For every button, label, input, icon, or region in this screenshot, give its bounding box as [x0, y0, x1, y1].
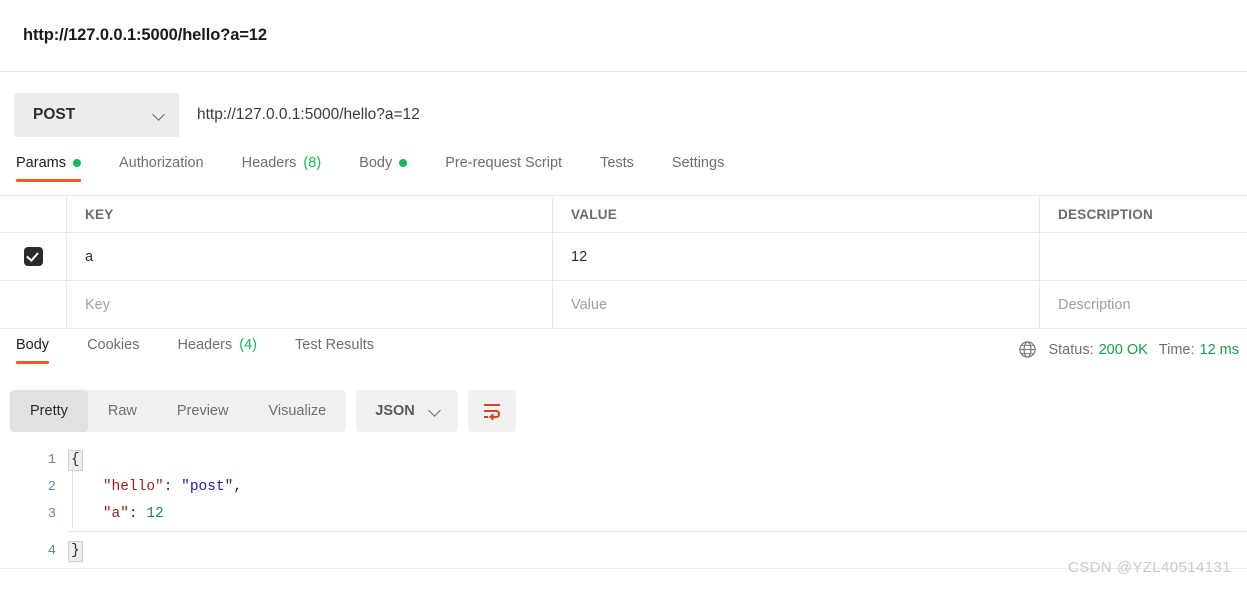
row-enabled-checkbox[interactable] — [23, 247, 43, 266]
empty-row-description-input[interactable]: Description — [1040, 281, 1247, 328]
response-status-group: Status: 200 OK Time: 12 ms — [1018, 340, 1239, 359]
response-tabs-bar: Body Cookies Headers (4) Test Results St… — [0, 329, 1247, 381]
tab-body[interactable]: Body — [359, 155, 408, 182]
tab-body-label: Body — [359, 155, 393, 171]
row-value-cell[interactable]: 12 — [553, 233, 1040, 280]
http-method-label: POST — [33, 106, 76, 123]
json-colon: : — [128, 505, 147, 522]
line-number: 3 — [47, 505, 56, 522]
table-row[interactable]: a 12 — [0, 233, 1247, 281]
code-line-text: { — [68, 449, 83, 471]
empty-row-checkbox-cell — [0, 281, 67, 328]
line-number: 1 — [47, 451, 56, 468]
tab-authorization-label: Authorization — [118, 155, 204, 171]
response-body-code[interactable]: 1 { 2 "hello": "post", 3 "a": 12 4 } — [0, 446, 1247, 572]
word-wrap-button[interactable] — [467, 390, 516, 432]
row-key-cell[interactable]: a — [67, 233, 553, 280]
view-mode-visualize[interactable]: Visualize — [248, 390, 346, 432]
request-url-row: POST http://127.0.0.1:5000/hello?a=12 — [14, 93, 1247, 137]
header-cell-check — [0, 196, 67, 232]
params-table: KEY VALUE DESCRIPTION a 12 Key Value Des… — [0, 195, 1247, 329]
response-tab-body[interactable]: Body — [16, 337, 50, 364]
view-mode-segmented-control: Pretty Raw Preview Visualize — [10, 390, 347, 432]
response-format-toolbar: Pretty Raw Preview Visualize JSON — [0, 390, 1247, 432]
tab-tests-label: Tests — [600, 155, 634, 171]
response-tab-test-results[interactable]: Test Results — [295, 337, 374, 364]
empty-row-description-placeholder: Description — [1058, 296, 1131, 313]
chevron-down-icon — [153, 109, 166, 122]
table-header-row: KEY VALUE DESCRIPTION — [0, 196, 1247, 233]
response-tab-test-results-label: Test Results — [295, 337, 374, 353]
chevron-down-icon — [429, 405, 442, 418]
watermark: CSDN @YZL40514131 — [1068, 559, 1231, 576]
view-mode-raw[interactable]: Raw — [88, 390, 157, 432]
empty-row-key-placeholder: Key — [85, 296, 110, 313]
tab-params[interactable]: Params — [16, 155, 81, 182]
time-value: 12 ms — [1199, 341, 1240, 358]
tab-settings-label: Settings — [671, 155, 725, 171]
json-comma: , — [233, 478, 243, 495]
page-title: http://127.0.0.1:5000/hello?a=12 — [23, 26, 267, 44]
format-dropdown[interactable]: JSON — [356, 390, 458, 432]
tab-headers[interactable]: Headers (8) — [242, 155, 322, 182]
line-number: 2 — [47, 478, 56, 495]
tab-pre-request-script-label: Pre-request Script — [445, 155, 563, 171]
tab-settings[interactable]: Settings — [672, 155, 724, 182]
response-tab-cookies-label: Cookies — [87, 337, 140, 353]
url-input[interactable]: http://127.0.0.1:5000/hello?a=12 — [179, 93, 1247, 137]
code-line-text: } — [68, 540, 83, 562]
empty-row-value-placeholder: Value — [571, 296, 608, 313]
response-tab-headers[interactable]: Headers (4) — [177, 337, 257, 364]
json-string-value: "post" — [181, 478, 234, 495]
response-tab-body-label: Body — [16, 337, 50, 353]
status-label: Status: — [1048, 341, 1094, 358]
tab-headers-label: Headers — [241, 155, 297, 171]
word-wrap-icon — [483, 404, 500, 421]
tab-tests[interactable]: Tests — [600, 155, 634, 182]
header-cell-value: VALUE — [553, 196, 1040, 232]
view-mode-pretty[interactable]: Pretty — [10, 390, 88, 432]
empty-row-key-input[interactable]: Key — [67, 281, 553, 328]
json-open-brace: { — [68, 449, 83, 471]
response-tab-headers-count: (4) — [239, 337, 257, 353]
row-key-value: a — [85, 248, 94, 265]
line-number: 4 — [47, 542, 56, 559]
tab-pre-request-script[interactable]: Pre-request Script — [445, 155, 562, 182]
code-line: 3 "a": 12 — [0, 500, 1247, 527]
globe-icon — [1019, 341, 1037, 358]
code-line: 1 { — [0, 446, 1247, 473]
status-badge: 200 OK — [1098, 341, 1148, 358]
code-line-text: "hello": "post", — [68, 479, 242, 495]
response-tab-cookies[interactable]: Cookies — [87, 337, 139, 364]
table-row-empty[interactable]: Key Value Description — [0, 281, 1247, 329]
titlebar: http://127.0.0.1:5000/hello?a=12 — [0, 0, 1247, 72]
json-number-value: 12 — [146, 505, 164, 522]
time-label: Time: — [1158, 341, 1195, 358]
indent-guide — [72, 468, 73, 528]
url-input-value: http://127.0.0.1:5000/hello?a=12 — [197, 106, 420, 123]
code-line: 2 "hello": "post", — [0, 473, 1247, 500]
code-line: 4 } — [0, 537, 1247, 564]
code-line-text: "a": 12 — [68, 506, 164, 522]
json-key: "hello" — [102, 478, 164, 495]
header-cell-description: DESCRIPTION — [1058, 206, 1154, 222]
request-tabs: Params Authorization Headers (8) Body Pr… — [0, 155, 1247, 195]
header-cell-key: KEY — [67, 196, 553, 232]
view-mode-preview[interactable]: Preview — [157, 390, 249, 432]
tab-params-label: Params — [16, 155, 66, 171]
tab-headers-count: (8) — [303, 155, 322, 171]
row-checkbox-cell[interactable] — [0, 233, 67, 280]
json-key: "a" — [102, 505, 129, 522]
body-modified-dot-icon — [399, 159, 408, 167]
json-close-brace: } — [68, 540, 83, 562]
tab-authorization[interactable]: Authorization — [119, 155, 204, 182]
row-description-cell[interactable] — [1040, 233, 1247, 280]
format-dropdown-label: JSON — [375, 403, 415, 419]
response-tab-headers-label: Headers — [177, 337, 233, 353]
empty-row-value-input[interactable]: Value — [553, 281, 1040, 328]
row-value-value: 12 — [571, 248, 588, 265]
json-colon: : — [163, 478, 182, 495]
params-modified-dot-icon — [72, 159, 81, 167]
http-method-dropdown[interactable]: POST — [14, 93, 179, 137]
